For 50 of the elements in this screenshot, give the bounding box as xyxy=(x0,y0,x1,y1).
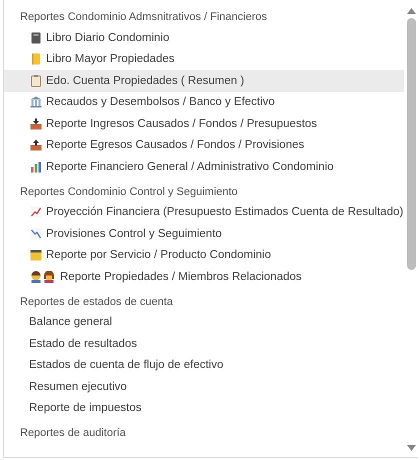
menu-item-label: Resumen ejecutivo xyxy=(29,380,127,393)
menu-item[interactable]: Reporte Egresos Causados / Fondos / Provisiones xyxy=(4,134,404,156)
scrollbar-thumb[interactable] xyxy=(406,18,416,270)
group-header: Reportes de estados de cuenta xyxy=(19,294,174,310)
menu-item-label: Balance general xyxy=(29,316,112,328)
people-icon xyxy=(30,270,56,283)
menu-item[interactable]: Resumen ejecutivo xyxy=(4,376,404,398)
menu-item-label: Reporte por Servicio / Producto Condominio xyxy=(46,249,272,262)
menu-item[interactable]: Proyección Financiera (Presupuesto Estimados Cuenta de Resultado) xyxy=(4,202,404,223)
menu-item[interactable]: Estado de resultados xyxy=(4,333,404,354)
menu-item-label: Provisiones Control y Seguimiento xyxy=(46,228,222,240)
menu-item[interactable]: Reporte por Servicio / Producto Condominio xyxy=(4,244,404,266)
group-header: Reportes Condominio Admsnitrativos / Financieros xyxy=(19,10,268,25)
menu-item-label: Libro Diario Condominio xyxy=(46,32,170,44)
menu-item[interactable]: Recaudos y Desembolsos / Banco y Efectivo xyxy=(4,92,404,113)
tray-icon xyxy=(30,118,42,130)
menu-item[interactable]: Edo. Cuenta Propiedades ( Resumen ) xyxy=(4,70,404,92)
bank-icon xyxy=(30,96,42,108)
group-header: Reportes de auditoría xyxy=(19,426,127,441)
menu-item-label: Reporte de impuestos xyxy=(29,402,142,414)
menu-item[interactable]: Reporte de impuestos xyxy=(4,398,404,419)
menu-item[interactable]: Provisiones Control y Seguimiento xyxy=(4,223,404,244)
tray-icon xyxy=(30,139,42,152)
menu-item[interactable]: Reporte Financiero General / Administrativo Condominio xyxy=(4,156,404,178)
card-index-icon xyxy=(30,249,42,262)
menu-item[interactable]: Balance general xyxy=(4,312,404,333)
menu-item[interactable]: Reporte Propiedades / Miembros Relacionados xyxy=(4,266,404,288)
trend-down-icon xyxy=(30,228,42,240)
scroll-down-icon[interactable] xyxy=(406,445,416,451)
menu-item-label: Estados de cuenta de flujo de efectivo xyxy=(29,359,224,372)
trend-up-icon xyxy=(30,206,42,218)
menu-item-label: Recaudos y Desembolsos / Banco y Efectivo xyxy=(46,96,275,108)
clipboard-icon xyxy=(30,74,42,87)
menu-item-label: Reporte Ingresos Causados / Fondos / Presupuestos xyxy=(46,118,318,130)
menu-item-label: Edo. Cuenta Propiedades ( Resumen ) xyxy=(46,74,244,87)
menu-item[interactable]: Libro Diario Condominio xyxy=(4,27,404,48)
menu-item[interactable]: Estados de cuenta de flujo de efectivo xyxy=(4,354,404,376)
menu-item-label: Reporte Financiero General / Administrativo Condominio xyxy=(46,160,334,173)
menu-item-label: Libro Mayor Propiedades xyxy=(46,53,174,66)
notebook-icon xyxy=(30,32,42,44)
bar-chart-icon xyxy=(30,160,42,173)
menu-item-label: Proyección Financiera (Presupuesto Estimados Cuenta de Resultado) xyxy=(46,206,404,218)
menu-item[interactable]: Reporte Ingresos Causados / Fondos / Presupuestos xyxy=(4,113,404,134)
menu-item-label: Reporte Propiedades / Miembros Relacionados xyxy=(60,270,302,283)
menu-item-label: Estado de resultados xyxy=(29,338,138,350)
book-icon xyxy=(30,53,42,66)
menu-item[interactable]: Libro Mayor Propiedades xyxy=(4,48,404,70)
scroll-up-icon[interactable] xyxy=(406,8,416,14)
menu-item-label: Reporte Egresos Causados / Fondos / Provisiones xyxy=(46,139,304,152)
group-header: Reportes Condominio Control y Seguimiento xyxy=(19,184,239,200)
